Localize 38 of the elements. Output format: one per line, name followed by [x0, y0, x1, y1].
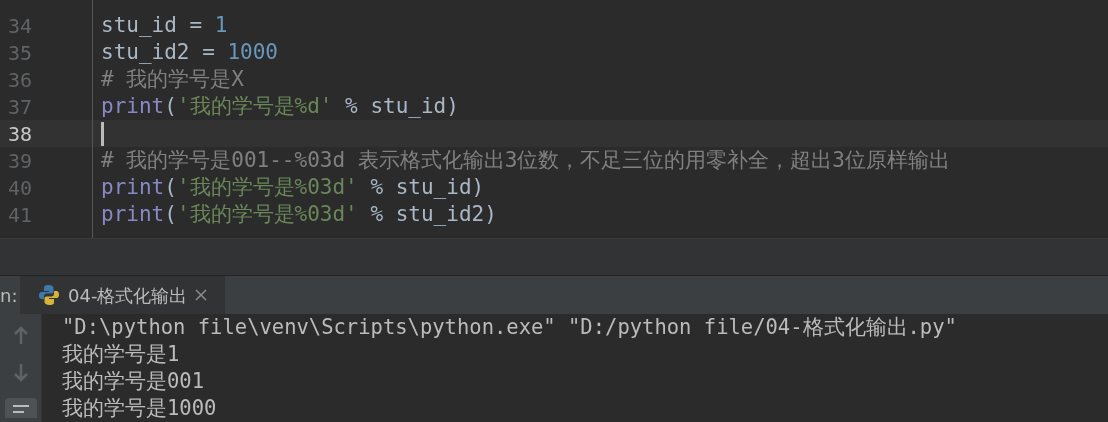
code-token: % stu_id2)	[369, 200, 497, 228]
console-line: 我的学号是1000	[62, 395, 218, 422]
code-token: print	[101, 200, 165, 228]
code-token: % stu_id)	[369, 173, 485, 201]
python-icon	[38, 284, 60, 307]
code-token: print	[101, 92, 165, 120]
code-token: (	[164, 92, 177, 120]
line-number: 40	[7, 174, 34, 202]
console-line: "D:\python file\venv\Scripts\python.exe" "D:/python file/04-格式化输出.py"	[62, 314, 957, 341]
wrap-icon	[11, 404, 30, 414]
code-token: print	[101, 173, 165, 201]
code-token: % stu_id)	[344, 92, 459, 120]
text-cursor	[101, 121, 104, 146]
line-number: 34	[7, 12, 34, 40]
code-token: '我的学号是%03d'	[176, 200, 358, 228]
code-token: stu_id2 =	[101, 38, 216, 66]
line-number: 38	[7, 120, 34, 148]
code-token: # 我的学号是X	[101, 65, 244, 93]
code-token: '我的学号是%d'	[176, 92, 333, 120]
run-tab[interactable]: 04-格式化输出	[20, 276, 226, 314]
code-token: (	[164, 173, 177, 201]
tab-title: 04-格式化输出	[68, 283, 188, 308]
code-token: 1000	[227, 38, 278, 66]
line-number: 37	[7, 93, 34, 121]
line-number: 39	[7, 147, 34, 175]
console-line: 我的学号是1	[62, 341, 181, 368]
code-token: '我的学号是%03d'	[176, 173, 358, 201]
console-line: 我的学号是001	[62, 368, 206, 395]
line-number: 41	[7, 201, 34, 229]
line-number: 36	[7, 66, 34, 94]
run-label: n:	[0, 283, 19, 308]
soft-wrap-button[interactable]	[4, 398, 37, 418]
code-token: (	[164, 200, 177, 228]
line-number: 35	[7, 39, 34, 67]
code-token: # 我的学号是001--%03d 表示格式化输出3位数，不足三位的用零补全，超出3位原样输出	[101, 146, 950, 174]
close-icon[interactable]	[195, 289, 208, 302]
code-token: 1	[214, 11, 228, 39]
code-token: stu_id =	[101, 11, 204, 39]
